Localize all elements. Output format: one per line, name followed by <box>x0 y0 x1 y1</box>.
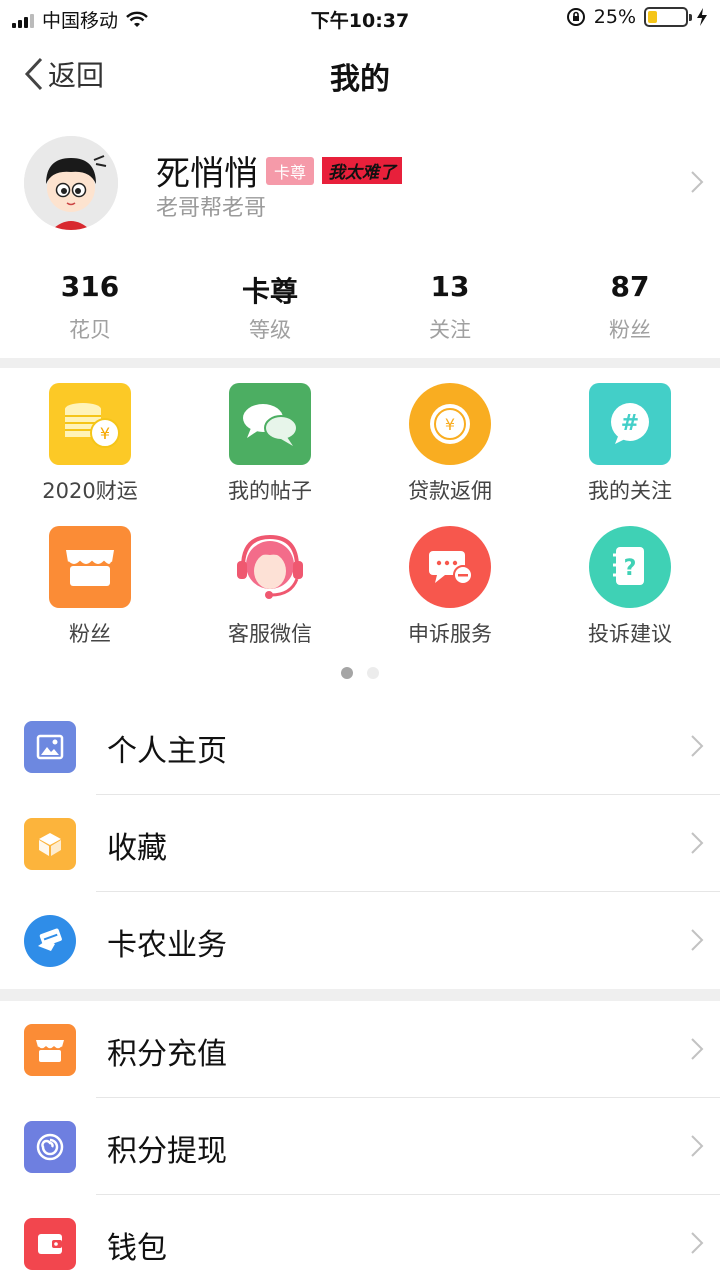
section-divider <box>0 358 720 368</box>
rotation-lock-icon <box>566 8 585 26</box>
grid-item-my-follows[interactable]: # 我的关注 <box>540 383 720 505</box>
menu-label: 卡农业务 <box>107 928 227 963</box>
menu-item-wallet[interactable]: 钱包 <box>0 1195 720 1280</box>
chevron-right-icon <box>691 1232 704 1254</box>
coins-icon: ¥ <box>49 383 131 465</box>
stat-value: 316 <box>60 270 120 303</box>
svg-text:?: ? <box>624 556 637 581</box>
menu-group-1: 个人主页 收藏 卡农业务 <box>0 698 720 989</box>
grid-item-label: 申诉服务 <box>408 622 492 646</box>
svg-text:#: # <box>621 411 639 436</box>
profile-header[interactable]: 死悄悄 卡尊 我太难了 老哥帮老哥 <box>0 128 720 238</box>
menu-item-favorites[interactable]: 收藏 <box>0 795 720 892</box>
stat-fans[interactable]: 87 粉丝 <box>540 270 720 350</box>
menu-item-points-recharge[interactable]: 积分充值 <box>0 1001 720 1098</box>
profile-name-row: 死悄悄 卡尊 我太难了 <box>156 146 403 195</box>
grid-item-appeal[interactable]: 申诉服务 <box>360 526 540 648</box>
grid-item-label: 客服微信 <box>228 622 312 646</box>
stat-following[interactable]: 13 关注 <box>360 270 540 350</box>
shop-icon <box>49 526 131 608</box>
pager-dot-1[interactable] <box>341 667 353 679</box>
grid-item-label: 2020财运 <box>42 479 138 503</box>
chevron-right-icon <box>691 1038 704 1060</box>
stat-points[interactable]: 316 花贝 <box>0 270 180 350</box>
svg-text:¥: ¥ <box>445 415 455 434</box>
chevron-right-icon <box>691 171 704 193</box>
profile-subtitle: 老哥帮老哥 <box>156 196 267 221</box>
battery-icon <box>644 7 692 27</box>
headset-agent-icon <box>229 526 311 608</box>
chevron-right-icon <box>691 832 704 854</box>
yuan-coin-icon: ¥ <box>409 383 491 465</box>
profile-name: 死悄悄 <box>156 154 258 194</box>
card-handshake-icon <box>24 915 76 967</box>
grid-item-fortune[interactable]: ¥ 2020财运 <box>0 383 180 505</box>
stat-label: 等级 <box>249 318 291 342</box>
menu-label: 积分充值 <box>107 1037 227 1072</box>
box-icon <box>24 818 76 870</box>
menu-group-2: 积分充值 积分提现 钱包 <box>0 1001 720 1280</box>
charging-icon <box>697 8 707 26</box>
grid-item-label: 我的帖子 <box>228 479 312 503</box>
avatar-image <box>24 136 118 230</box>
grid-item-label: 粉丝 <box>69 622 111 646</box>
chevron-right-icon <box>691 929 704 951</box>
grid-item-label: 投诉建议 <box>588 622 672 646</box>
wallet-icon <box>24 1218 76 1270</box>
grid-item-fans[interactable]: 粉丝 <box>0 526 180 648</box>
stat-value: 13 <box>430 270 470 303</box>
chevron-right-icon <box>691 735 704 757</box>
status-right: 25% <box>566 6 708 28</box>
grid-item-loan-rebate[interactable]: ¥ 贷款返佣 <box>360 383 540 505</box>
status-bar: 中国移动 下午10:37 25% <box>0 0 720 36</box>
battery-percent: 25% <box>593 6 636 28</box>
stat-value: 87 <box>610 270 650 303</box>
menu-label: 钱包 <box>107 1231 167 1266</box>
menu-item-points-withdraw[interactable]: 积分提现 <box>0 1098 720 1195</box>
page-title: 我的 <box>330 62 390 97</box>
menu-label: 个人主页 <box>107 734 227 769</box>
grid-item-label: 我的关注 <box>588 479 672 503</box>
stat-label: 花贝 <box>69 318 111 342</box>
hashtag-icon: # <box>589 383 671 465</box>
image-icon <box>24 721 76 773</box>
menu-label: 积分提现 <box>107 1134 227 1169</box>
grid-item-complaint[interactable]: ? 投诉建议 <box>540 526 720 648</box>
avatar[interactable] <box>24 136 118 230</box>
chat-bubbles-icon <box>229 383 311 465</box>
menu-item-card-business[interactable]: 卡农业务 <box>0 892 720 989</box>
level-badge: 卡尊 <box>266 156 315 185</box>
stat-level[interactable]: 卡尊 等级 <box>180 270 360 350</box>
stat-label: 粉丝 <box>609 318 651 342</box>
stat-label: 关注 <box>429 318 471 342</box>
swirl-icon <box>24 1121 76 1173</box>
shop-icon <box>24 1024 76 1076</box>
question-notebook-icon: ? <box>589 526 671 608</box>
pager-dot-2[interactable] <box>367 667 379 679</box>
message-minus-icon <box>409 526 491 608</box>
pager-dots <box>0 667 720 679</box>
grid-item-label: 贷款返佣 <box>408 479 492 503</box>
stat-value: 卡尊 <box>241 275 298 308</box>
tag-badge: 我太难了 <box>322 157 403 184</box>
section-divider <box>0 989 720 1001</box>
menu-label: 收藏 <box>107 831 167 866</box>
svg-text:¥: ¥ <box>100 424 110 443</box>
chevron-right-icon <box>691 1135 704 1157</box>
stats-row: 316 花贝 卡尊 等级 13 关注 87 粉丝 <box>0 270 720 350</box>
grid-item-my-posts[interactable]: 我的帖子 <box>180 383 360 505</box>
menu-item-profile-page[interactable]: 个人主页 <box>0 698 720 795</box>
nav-bar: 返回 我的 <box>0 36 720 112</box>
grid-item-support-wechat[interactable]: 客服微信 <box>180 526 360 648</box>
